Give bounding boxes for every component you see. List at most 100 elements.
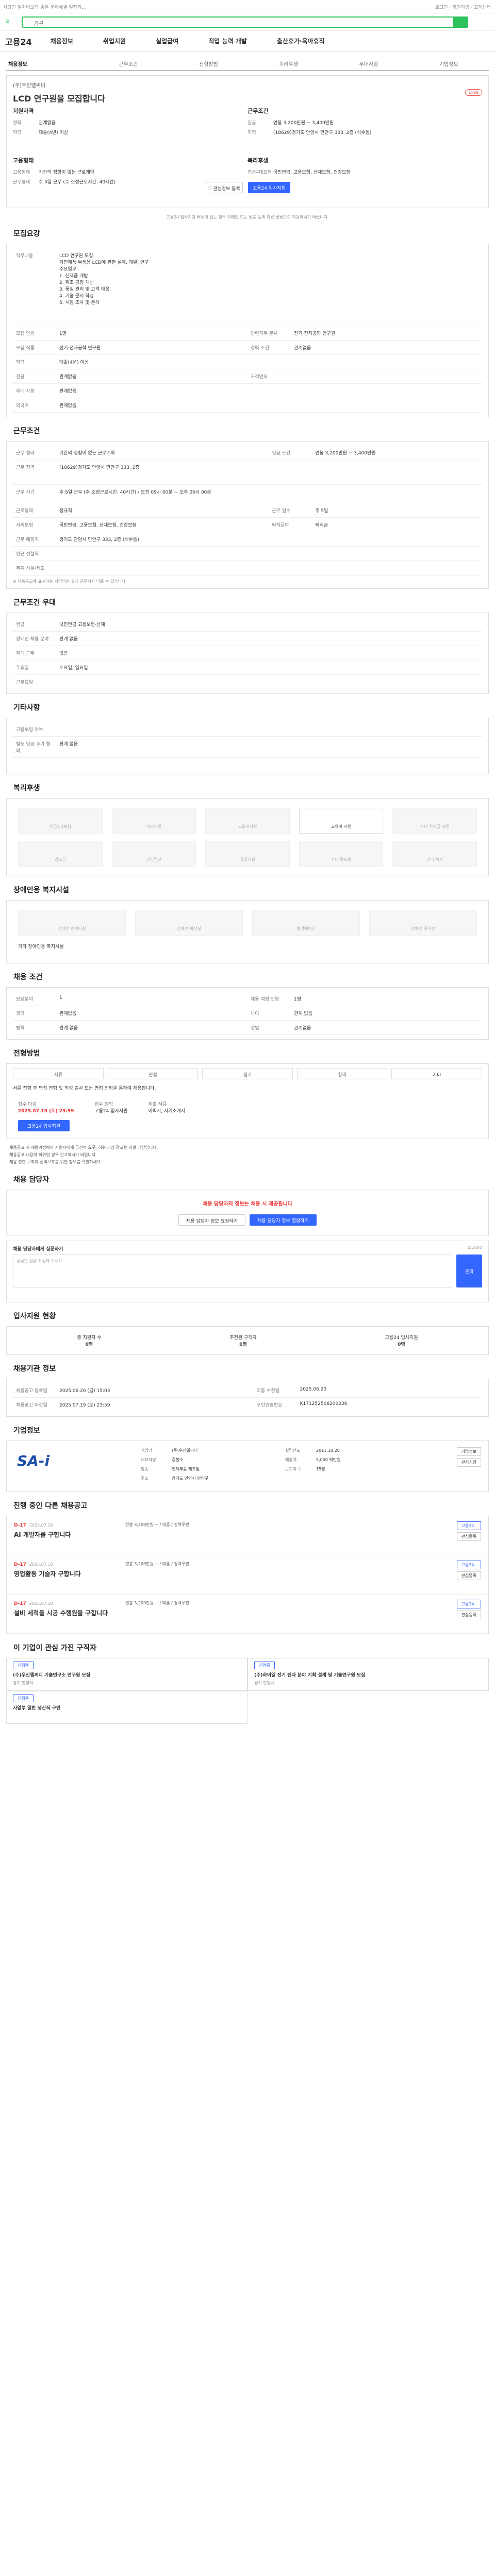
value: 전기·전자공학 연구원: [56, 340, 248, 355]
site-brand[interactable]: 고용24: [5, 35, 32, 47]
heart-icon: ♡: [207, 187, 213, 192]
company-name[interactable]: (주)우진엘씨디: [13, 81, 482, 89]
related-company-card[interactable]: 진행중 사업부 일반 생산직 구인: [6, 1690, 248, 1724]
nav-item-jobs[interactable]: 채용정보: [51, 37, 73, 45]
card-info: 경기 안양시: [13, 1680, 34, 1685]
company-follow-button[interactable]: 관심기업: [456, 1458, 481, 1467]
related-company-card[interactable]: 진행중 (주)우진엘씨디 기술연구소 연구원 모집 경기 안양시: [6, 1657, 248, 1691]
apply-button[interactable]: 고용24: [456, 1560, 481, 1569]
follow-button[interactable]: 관심등록: [456, 1571, 481, 1580]
value: 주 5일 근무 (주 소정근로시간: 40시간) / 오전 09시 00분 ~ …: [56, 484, 482, 503]
registration-title: 채용기관 정보: [13, 1364, 56, 1373]
label: 장애인 채용 분야: [13, 631, 56, 646]
question-count: 0/1000: [467, 1245, 482, 1250]
conditions2-title: 채용 조건: [13, 973, 43, 981]
company-info-button[interactable]: 기업정보: [456, 1447, 481, 1456]
scrap-button[interactable]: ♡ 관심정보 등록: [205, 182, 243, 193]
question-submit-button[interactable]: 문의: [456, 1254, 482, 1287]
dday-badge: D-99: [465, 89, 482, 96]
related-item[interactable]: D-17 2025.07.10 영업활동 기술자 구합니다 연봉 3,200만원 …: [7, 1555, 488, 1595]
label: 경력: [13, 1006, 56, 1021]
label: 모집 인원: [13, 326, 56, 341]
label: 연금4대보험: [248, 170, 272, 175]
menu-icon[interactable]: ≡: [5, 19, 13, 26]
facility-tile: 장애인 화장실: [135, 909, 243, 936]
apply-button[interactable]: 고용24: [456, 1599, 481, 1608]
related-company-card[interactable]: 진행중 (주)하이엘 전기 전자 분야 기획 설계 및 기술연구원 모집 경기 안양…: [248, 1657, 489, 1691]
tab-benefits[interactable]: 복리후생: [249, 56, 328, 71]
label: 임금 조건: [269, 445, 312, 460]
process-apply-button[interactable]: 고용24 입사지원: [18, 1120, 70, 1131]
tab-conditions[interactable]: 근무조건: [88, 56, 168, 71]
label: 연금: [13, 617, 56, 632]
value: 관계없음: [39, 121, 56, 126]
nav-item-unemployment[interactable]: 실업급여: [156, 37, 178, 45]
nav-item-support[interactable]: 취업지원: [103, 37, 126, 45]
stats-box: 총 지원자 수 0명 추천된 구직자 0명 고용24 입사지원 0명: [6, 1326, 489, 1355]
value: 5,000 백만원: [316, 1457, 341, 1462]
process-step: 기타: [391, 1067, 482, 1079]
label: 근무 형태: [13, 445, 56, 460]
conditions-box: 근무 형태 기간의 정함이 없는 근로계약 임금 조건 연봉 3,200만원 ~ 3,…: [6, 440, 489, 589]
welfare-heading: 복리후생: [248, 157, 269, 164]
benefit-tile: 교통비지원: [205, 807, 290, 834]
label: 기업명: [141, 1448, 153, 1453]
value: 관계 없음: [291, 1006, 482, 1021]
tab-preference[interactable]: 우대사항: [328, 56, 408, 71]
apply-title: 근무조건 우대: [13, 598, 56, 607]
status-badge: 진행중: [13, 1661, 34, 1669]
top-links[interactable]: 로그인 · 회원가입 · 고객센터: [435, 4, 491, 10]
value: 김철수: [172, 1457, 184, 1462]
label: 총 지원자 수: [77, 1335, 102, 1341]
label: 제출 서류: [148, 1101, 167, 1107]
follow-button[interactable]: 관심등록: [456, 1610, 481, 1619]
nav-item-leave[interactable]: 출산휴가·육아휴직: [277, 37, 325, 45]
related-title: 진행 중인 다른 채용공고: [13, 1501, 88, 1510]
card-info: 경기 안양시: [254, 1680, 275, 1685]
request-contact-button[interactable]: 채용 담당자 정보 요청하기: [178, 1214, 245, 1226]
label: 매출액: [285, 1457, 297, 1462]
apply-button[interactable]: 고용24: [456, 1521, 481, 1530]
follow-button[interactable]: 관심등록: [456, 1532, 481, 1541]
deadline: 2025.07.19 (토) 23:59: [18, 1108, 74, 1114]
date: 2025.07.10: [29, 1562, 53, 1567]
related-name[interactable]: AI 개발자를 구합니다: [14, 1530, 481, 1539]
related-info: 연봉 3,200만원 ~ / 대졸 / 경력무관: [125, 1600, 189, 1605]
label: 접수 마감: [18, 1101, 37, 1107]
label: 재택 근무: [13, 646, 56, 660]
search-button[interactable]: [453, 16, 468, 28]
search-input[interactable]: 가구: [22, 16, 468, 28]
related-name[interactable]: 영업활동 기술자 구합니다: [14, 1569, 481, 1578]
value: [56, 722, 482, 737]
tab-process[interactable]: 전형방법: [169, 56, 249, 71]
related-item[interactable]: D-17 2025.07.10 AI 개발자를 구합니다 연봉 3,200만원 ~…: [7, 1516, 488, 1555]
process-step: 서류: [13, 1067, 104, 1079]
process-step: 합격: [296, 1067, 388, 1079]
label: 고용형태: [13, 170, 30, 175]
tab-recruit[interactable]: 채용정보: [6, 56, 88, 71]
value: [56, 674, 482, 689]
dday: D-17: [14, 1601, 26, 1606]
label: 퇴직급여: [269, 517, 312, 532]
apply-button[interactable]: 고용24 입사지원: [248, 182, 290, 193]
label: 복지 시설/제도: [13, 561, 56, 575]
nav-item-training[interactable]: 직업 능력 개발: [208, 37, 247, 45]
process-box: 서류 면접 필기 합격 기타 서류 전형 후 면접 전형 및 적성 검사 또는 …: [6, 1063, 489, 1139]
label: 사회보험: [13, 517, 56, 532]
company-title: 기업정보: [13, 1426, 40, 1435]
tab-company[interactable]: 기업정보: [409, 56, 489, 71]
label: 업종: [141, 1466, 148, 1471]
facility-tile: 장애인 편의시설: [18, 909, 126, 936]
view-contact-button[interactable]: 채용 담당자 정보 열람하기: [250, 1214, 317, 1226]
label: 임금: [248, 121, 256, 126]
value: 관계없음: [291, 340, 482, 355]
label: 학력: [13, 130, 22, 135]
related-item[interactable]: D-17 2025.07.10 설비 세척을 시공 수행원을 구합니다 연봉 3,…: [7, 1595, 488, 1634]
related-name[interactable]: 설비 세척을 시공 수행원을 구합니다: [14, 1608, 481, 1617]
question-input[interactable]: 궁금한 점을 작성해 주세요.: [13, 1254, 452, 1287]
value: (18629)경기도 안양시 만안구 333, 2층 (석수동): [273, 130, 372, 135]
label: 우대 사항: [13, 383, 56, 398]
benefit-tile: 휴양시설: [205, 840, 290, 867]
related-info: 연봉 3,200만원 ~ / 대졸 / 경력무관: [125, 1561, 189, 1566]
label: 채용공고 마감일: [13, 1397, 56, 1412]
